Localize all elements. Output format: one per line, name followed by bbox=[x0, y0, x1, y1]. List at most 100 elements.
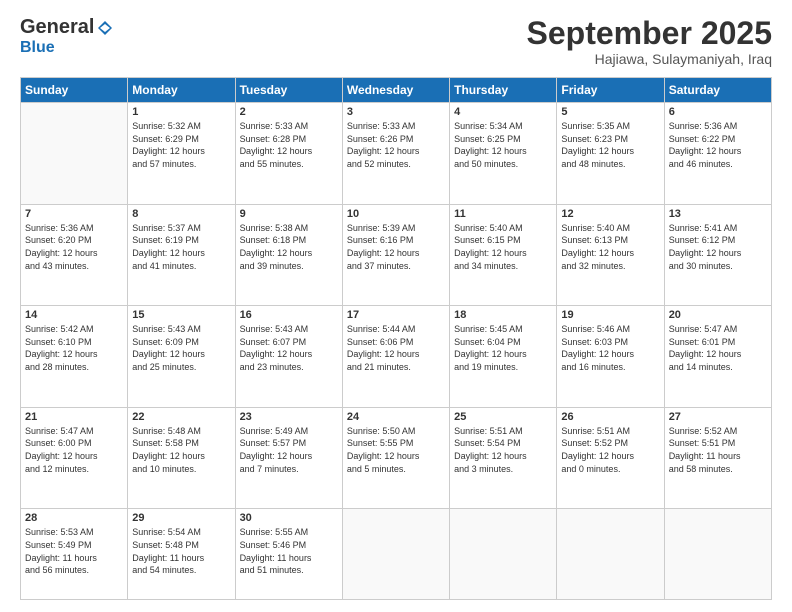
day-number: 17 bbox=[347, 309, 445, 321]
calendar-cell bbox=[21, 103, 128, 205]
day-number: 16 bbox=[240, 309, 338, 321]
calendar-cell bbox=[342, 509, 449, 600]
day-number: 26 bbox=[561, 411, 659, 423]
week-row-1: 1 Sunrise: 5:32 AM Sunset: 6:29 PM Daylig… bbox=[21, 103, 772, 205]
cell-info: Sunrise: 5:35 AM Sunset: 6:23 PM Dayligh… bbox=[561, 120, 659, 170]
day-number: 6 bbox=[669, 106, 767, 118]
calendar-cell: 8Sunrise: 5:37 AM Sunset: 6:19 PM Daylig… bbox=[128, 204, 235, 306]
cell-info: Sunrise: 5:37 AM Sunset: 6:19 PM Dayligh… bbox=[132, 222, 230, 272]
calendar-cell bbox=[557, 509, 664, 600]
title-block: September 2025 Hajiawa, Sulaymaniyah, Ir… bbox=[527, 16, 772, 67]
calendar-cell: 21Sunrise: 5:47 AM Sunset: 6:00 PM Dayli… bbox=[21, 407, 128, 509]
day-number: 10 bbox=[347, 208, 445, 220]
calendar-cell: 27Sunrise: 5:52 AM Sunset: 5:51 PM Dayli… bbox=[664, 407, 771, 509]
cell-info: Sunrise: 5:43 AM Sunset: 6:09 PM Dayligh… bbox=[132, 323, 230, 373]
cell-info: Sunrise: 5:34 AM Sunset: 6:25 PM Dayligh… bbox=[454, 120, 552, 170]
day-number: 30 bbox=[240, 512, 338, 524]
cell-info: Sunrise: 5:55 AM Sunset: 5:46 PM Dayligh… bbox=[240, 526, 338, 576]
calendar-cell: 23Sunrise: 5:49 AM Sunset: 5:57 PM Dayli… bbox=[235, 407, 342, 509]
day-number: 25 bbox=[454, 411, 552, 423]
cell-info: Sunrise: 5:40 AM Sunset: 6:15 PM Dayligh… bbox=[454, 222, 552, 272]
day-number: 7 bbox=[25, 208, 123, 220]
day-number: 24 bbox=[347, 411, 445, 423]
calendar-cell: 26 Sunrise: 5:51 AM Sunset: 5:52 PM Dayli… bbox=[557, 407, 664, 509]
cell-info: Sunrise: 5:51 AM Sunset: 5:52 PM Dayligh… bbox=[561, 425, 659, 475]
logo-icon bbox=[96, 19, 114, 37]
day-number: 11 bbox=[454, 208, 552, 220]
cell-info: Sunrise: 5:52 AM Sunset: 5:51 PM Dayligh… bbox=[669, 425, 767, 475]
calendar-cell: 1 Sunrise: 5:32 AM Sunset: 6:29 PM Daylig… bbox=[128, 103, 235, 205]
calendar-cell: 28 Sunrise: 5:53 AM Sunset: 5:49 PM Dayli… bbox=[21, 509, 128, 600]
calendar-cell: 5 Sunrise: 5:35 AM Sunset: 6:23 PM Daylig… bbox=[557, 103, 664, 205]
calendar-cell: 30 Sunrise: 5:55 AM Sunset: 5:46 PM Dayli… bbox=[235, 509, 342, 600]
day-number: 5 bbox=[561, 106, 659, 118]
weekday-header-thursday: Thursday bbox=[450, 78, 557, 103]
cell-info: Sunrise: 5:38 AM Sunset: 6:18 PM Dayligh… bbox=[240, 222, 338, 272]
cell-info: Sunrise: 5:33 AM Sunset: 6:26 PM Dayligh… bbox=[347, 120, 445, 170]
cell-info: Sunrise: 5:48 AM Sunset: 5:58 PM Dayligh… bbox=[132, 425, 230, 475]
cell-info: Sunrise: 5:43 AM Sunset: 6:07 PM Dayligh… bbox=[240, 323, 338, 373]
calendar-cell: 2 Sunrise: 5:33 AM Sunset: 6:28 PM Daylig… bbox=[235, 103, 342, 205]
weekday-header-monday: Monday bbox=[128, 78, 235, 103]
calendar-cell: 18 Sunrise: 5:45 AM Sunset: 6:04 PM Dayli… bbox=[450, 306, 557, 408]
calendar-cell: 4 Sunrise: 5:34 AM Sunset: 6:25 PM Daylig… bbox=[450, 103, 557, 205]
day-number: 14 bbox=[25, 309, 123, 321]
weekday-header-saturday: Saturday bbox=[664, 78, 771, 103]
logo-blue-text: Blue bbox=[20, 39, 55, 56]
calendar-cell: 11 Sunrise: 5:40 AM Sunset: 6:15 PM Dayli… bbox=[450, 204, 557, 306]
cell-info: Sunrise: 5:51 AM Sunset: 5:54 PM Dayligh… bbox=[454, 425, 552, 475]
day-number: 12 bbox=[561, 208, 659, 220]
weekday-header-wednesday: Wednesday bbox=[342, 78, 449, 103]
calendar-table: SundayMondayTuesdayWednesdayThursdayFrid… bbox=[20, 77, 772, 600]
day-number: 20 bbox=[669, 309, 767, 321]
calendar-cell: 10 Sunrise: 5:39 AM Sunset: 6:16 PM Dayli… bbox=[342, 204, 449, 306]
calendar-cell: 19Sunrise: 5:46 AM Sunset: 6:03 PM Dayli… bbox=[557, 306, 664, 408]
week-row-3: 14 Sunrise: 5:42 AM Sunset: 6:10 PM Dayli… bbox=[21, 306, 772, 408]
header: General Blue September 2025 Hajiawa, Sul… bbox=[20, 16, 772, 67]
day-number: 13 bbox=[669, 208, 767, 220]
cell-info: Sunrise: 5:42 AM Sunset: 6:10 PM Dayligh… bbox=[25, 323, 123, 373]
day-number: 28 bbox=[25, 512, 123, 524]
day-number: 23 bbox=[240, 411, 338, 423]
logo: General Blue bbox=[20, 16, 114, 57]
calendar-cell: 12 Sunrise: 5:40 AM Sunset: 6:13 PM Dayli… bbox=[557, 204, 664, 306]
day-number: 19 bbox=[561, 309, 659, 321]
weekday-header-tuesday: Tuesday bbox=[235, 78, 342, 103]
cell-info: Sunrise: 5:39 AM Sunset: 6:16 PM Dayligh… bbox=[347, 222, 445, 272]
calendar-cell: 20 Sunrise: 5:47 AM Sunset: 6:01 PM Dayli… bbox=[664, 306, 771, 408]
day-number: 9 bbox=[240, 208, 338, 220]
day-number: 22 bbox=[132, 411, 230, 423]
calendar-cell: 22 Sunrise: 5:48 AM Sunset: 5:58 PM Dayli… bbox=[128, 407, 235, 509]
weekday-header-row: SundayMondayTuesdayWednesdayThursdayFrid… bbox=[21, 78, 772, 103]
day-number: 18 bbox=[454, 309, 552, 321]
cell-info: Sunrise: 5:47 AM Sunset: 6:00 PM Dayligh… bbox=[25, 425, 123, 475]
cell-info: Sunrise: 5:32 AM Sunset: 6:29 PM Dayligh… bbox=[132, 120, 230, 170]
cell-info: Sunrise: 5:36 AM Sunset: 6:22 PM Dayligh… bbox=[669, 120, 767, 170]
day-number: 29 bbox=[132, 512, 230, 524]
calendar-cell: 17 Sunrise: 5:44 AM Sunset: 6:06 PM Dayli… bbox=[342, 306, 449, 408]
cell-info: Sunrise: 5:50 AM Sunset: 5:55 PM Dayligh… bbox=[347, 425, 445, 475]
day-number: 4 bbox=[454, 106, 552, 118]
day-number: 15 bbox=[132, 309, 230, 321]
month-title: September 2025 bbox=[527, 16, 772, 51]
calendar-cell: 24 Sunrise: 5:50 AM Sunset: 5:55 PM Dayli… bbox=[342, 407, 449, 509]
cell-info: Sunrise: 5:40 AM Sunset: 6:13 PM Dayligh… bbox=[561, 222, 659, 272]
cell-info: Sunrise: 5:47 AM Sunset: 6:01 PM Dayligh… bbox=[669, 323, 767, 373]
cell-info: Sunrise: 5:36 AM Sunset: 6:20 PM Dayligh… bbox=[25, 222, 123, 272]
cell-info: Sunrise: 5:44 AM Sunset: 6:06 PM Dayligh… bbox=[347, 323, 445, 373]
calendar-cell: 25 Sunrise: 5:51 AM Sunset: 5:54 PM Dayli… bbox=[450, 407, 557, 509]
cell-info: Sunrise: 5:41 AM Sunset: 6:12 PM Dayligh… bbox=[669, 222, 767, 272]
logo-general-text: General bbox=[20, 16, 94, 39]
cell-info: Sunrise: 5:53 AM Sunset: 5:49 PM Dayligh… bbox=[25, 526, 123, 576]
calendar-cell: 3 Sunrise: 5:33 AM Sunset: 6:26 PM Daylig… bbox=[342, 103, 449, 205]
calendar-cell: 6 Sunrise: 5:36 AM Sunset: 6:22 PM Daylig… bbox=[664, 103, 771, 205]
calendar-cell: 16 Sunrise: 5:43 AM Sunset: 6:07 PM Dayli… bbox=[235, 306, 342, 408]
day-number: 3 bbox=[347, 106, 445, 118]
day-number: 1 bbox=[132, 106, 230, 118]
calendar-page: General Blue September 2025 Hajiawa, Sul… bbox=[0, 0, 792, 612]
cell-info: Sunrise: 5:45 AM Sunset: 6:04 PM Dayligh… bbox=[454, 323, 552, 373]
cell-info: Sunrise: 5:33 AM Sunset: 6:28 PM Dayligh… bbox=[240, 120, 338, 170]
weekday-header-friday: Friday bbox=[557, 78, 664, 103]
day-number: 2 bbox=[240, 106, 338, 118]
cell-info: Sunrise: 5:54 AM Sunset: 5:48 PM Dayligh… bbox=[132, 526, 230, 576]
